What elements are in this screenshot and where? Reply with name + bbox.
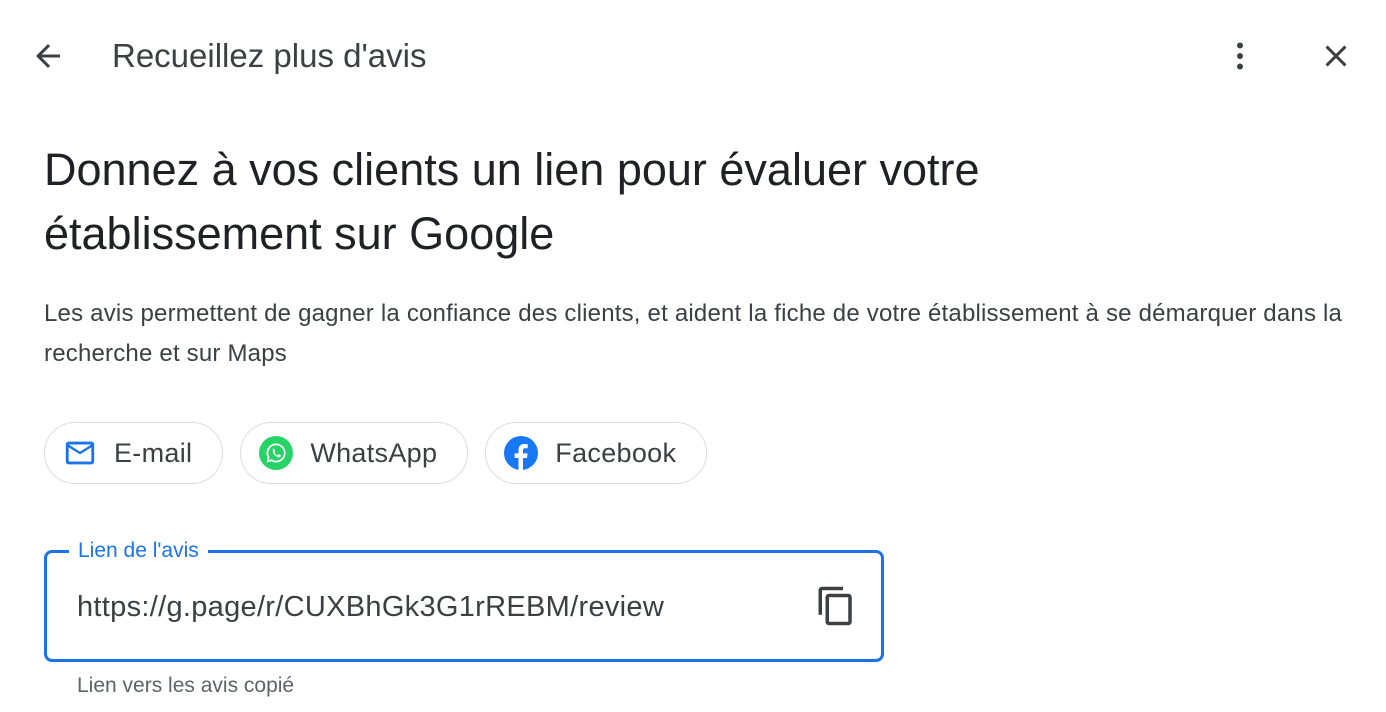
dialog-title: Recueillez plus d'avis xyxy=(112,37,427,74)
headline-line-1: Donnez à vos clients un lien pour évalue… xyxy=(44,144,980,195)
copied-helper-text: Lien vers les avis copié xyxy=(77,674,295,697)
mail-icon xyxy=(62,435,98,471)
page-description: Les avis permettent de gagner la confian… xyxy=(44,300,1343,367)
more-options-button[interactable] xyxy=(1212,28,1268,84)
close-button[interactable] xyxy=(1308,28,1364,84)
back-button[interactable] xyxy=(20,28,76,84)
review-link-label: Lien de l'avis xyxy=(69,537,208,565)
whatsapp-icon xyxy=(258,435,294,471)
review-dialog: Recueillez plus d'avis Donnez à vos clie… xyxy=(0,0,1386,712)
whatsapp-chip-label: WhatsApp xyxy=(310,437,438,468)
email-chip[interactable]: E-mail xyxy=(44,422,224,484)
copy-link-button[interactable] xyxy=(807,577,865,635)
review-link-field[interactable]: Lien de l'avis https://g.page/r/CUXBhGk3… xyxy=(44,537,884,662)
close-icon xyxy=(1325,45,1347,67)
dialog-header: Recueillez plus d'avis xyxy=(0,0,1386,112)
review-link-value[interactable]: https://g.page/r/CUXBhGk3G1rREBM/review xyxy=(77,587,664,627)
page-headline: Donnez à vos clients un lien pour évalue… xyxy=(44,138,1144,266)
more-vert-icon xyxy=(1237,42,1243,70)
whatsapp-chip[interactable]: WhatsApp xyxy=(240,422,469,484)
facebook-icon xyxy=(503,435,539,471)
arrow-back-icon xyxy=(36,44,60,68)
facebook-chip-label: Facebook xyxy=(555,437,677,468)
copy-icon xyxy=(818,586,852,626)
headline-line-2: établissement sur Google xyxy=(44,208,555,259)
share-chips: E-mail WhatsApp Facebook xyxy=(44,422,708,486)
email-chip-label: E-mail xyxy=(114,437,193,468)
facebook-chip[interactable]: Facebook xyxy=(485,422,708,484)
